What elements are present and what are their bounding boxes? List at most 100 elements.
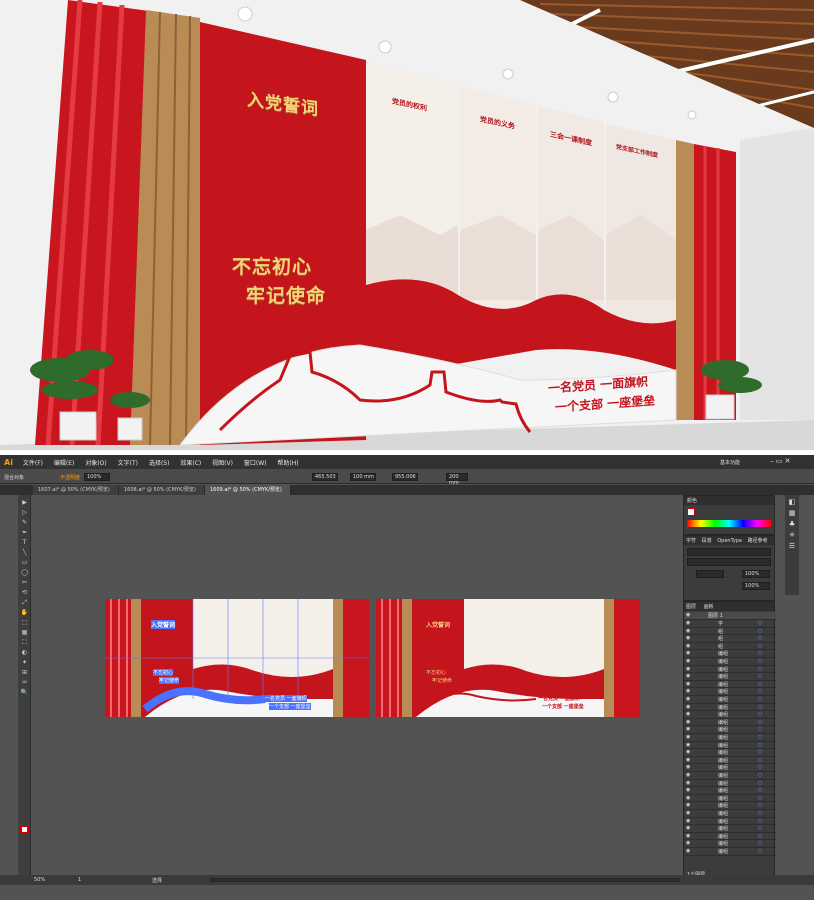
menu-type[interactable]: 文字(T) [118,458,138,467]
layer-row[interactable]: ◉ 组 ○ [684,643,776,651]
layer-row[interactable]: ◉ 编组 ○ [684,734,776,742]
page-field[interactable]: 1 [78,877,81,883]
tab-path-ref[interactable]: 路径参考 [748,538,768,544]
layer-row[interactable]: ◉ 编组 ○ [684,802,776,810]
color-spectrum[interactable] [687,520,771,527]
font-style-field[interactable] [687,558,771,566]
menu-view[interactable]: 视图(V) [212,458,233,467]
layer-row[interactable]: ◉ 编组 ○ [684,780,776,788]
target-icon[interactable]: ○ [758,696,762,702]
gradient-tool-icon[interactable]: ◐ [20,649,29,656]
target-icon[interactable]: ○ [758,802,762,808]
crop-tool-icon[interactable]: ⛶ [20,639,29,646]
menu-file[interactable]: 文件(F) [23,458,43,467]
target-icon[interactable]: ○ [758,719,762,725]
layer-row[interactable]: ◉ 编组 ○ [684,840,776,848]
eye-icon[interactable]: ◉ [686,780,690,786]
h-field[interactable]: 200 mm [446,473,468,486]
selection-tool-icon[interactable]: ▶ [20,499,29,506]
eye-icon[interactable]: ◉ [686,612,690,618]
layer-row[interactable]: ◉ 编组 ○ [684,726,776,734]
pen-tool-icon[interactable]: ✒ [20,529,29,536]
layer-row[interactable]: ◉ 编组 ○ [684,688,776,696]
artboard-tool-icon[interactable]: ⬚ [20,619,29,626]
horizontal-scrollbar[interactable] [210,878,680,882]
eye-icon[interactable]: ◉ [686,719,690,725]
eye-icon[interactable]: ◉ [686,643,690,649]
layer-row[interactable]: ◉ 字 ○ [684,620,776,628]
pencil-tool-icon[interactable]: ✎ [20,519,29,526]
tab-artboards[interactable]: 画板 [704,604,714,610]
menu-help[interactable]: 帮助(H) [277,458,298,467]
eye-icon[interactable]: ◉ [686,764,690,770]
target-icon[interactable]: ○ [758,825,762,831]
eye-icon[interactable]: ◉ [686,635,690,641]
eye-icon[interactable]: ◉ [686,628,690,634]
layer-row[interactable]: ◉ 编组 ○ [684,650,776,658]
tab-layers[interactable]: 图层 [686,604,696,610]
menu-effect[interactable]: 效果(C) [180,458,201,467]
window-controls[interactable]: – ▭ ✕ [770,457,790,465]
eye-icon[interactable]: ◉ [686,734,690,740]
hand-tool-icon[interactable]: ✋ [20,609,29,616]
font-family-field[interactable] [687,548,771,556]
eye-icon[interactable]: ◉ [686,772,690,778]
target-icon[interactable]: ○ [758,833,762,839]
color-panel-icon[interactable]: ◧ [785,498,799,506]
eye-icon[interactable]: ◉ [686,704,690,710]
tab-character[interactable]: 字符 [686,538,696,544]
target-icon[interactable]: ○ [758,787,762,793]
brush-icon[interactable]: ♣ [785,520,799,528]
target-icon[interactable]: ○ [758,742,762,748]
layer-row[interactable]: ◉ 编组 ○ [684,681,776,689]
layer-row[interactable]: ◉ 编组 ○ [684,696,776,704]
eye-icon[interactable]: ◉ [686,757,690,763]
target-icon[interactable]: ○ [758,726,762,732]
canvas[interactable]: 入党誓词 不忘初心 牢记使命 一名党员 一面旗帜 一个支部 一座堡垒 入党誓词 … [33,495,681,875]
layer-row[interactable]: ◉ 组 ○ [684,628,776,636]
layer-row-top[interactable]: ◉ 图层 1 [684,612,776,620]
tab-opentype[interactable]: OpenType [717,538,742,544]
eye-icon[interactable]: ◉ [686,787,690,793]
fill-swatch[interactable] [687,508,695,516]
target-icon[interactable]: ○ [758,772,762,778]
target-icon[interactable]: ○ [758,650,762,656]
target-icon[interactable]: ○ [758,780,762,786]
eye-icon[interactable]: ◉ [686,673,690,679]
target-icon[interactable]: ○ [758,840,762,846]
eye-icon[interactable]: ◉ [686,810,690,816]
menu-edit[interactable]: 编辑(E) [54,458,74,467]
x-field[interactable]: 465.503 [312,473,338,481]
eye-icon[interactable]: ◉ [686,840,690,846]
graph-tool-icon[interactable]: ▦ [20,629,29,636]
rotate-tool-icon[interactable]: ⟲ [20,589,29,596]
symbol-tool-icon[interactable]: ✦ [20,659,29,666]
target-icon[interactable]: ○ [758,848,762,854]
eye-icon[interactable]: ◉ [686,681,690,687]
target-icon[interactable]: ○ [758,673,762,679]
eye-icon[interactable]: ◉ [686,742,690,748]
ellipse-tool-icon[interactable]: ◯ [20,569,29,576]
type-tool-icon[interactable]: T [20,539,29,546]
blend-tool-icon[interactable]: ♒ [20,679,29,686]
eye-icon[interactable]: ◉ [686,658,690,664]
target-icon[interactable]: ○ [758,818,762,824]
tab-1608[interactable]: 1608.ai* @ 50% (CMYK/预览) [119,485,205,495]
zoom-field[interactable]: 50% [34,877,45,883]
layer-row[interactable]: ◉ 编组 ○ [684,764,776,772]
layer-row[interactable]: ◉ 编组 ○ [684,742,776,750]
scale-field[interactable]: 100% [742,582,770,590]
eye-icon[interactable]: ◉ [686,818,690,824]
layer-row[interactable]: ◉ 编组 ○ [684,833,776,841]
scissors-tool-icon[interactable]: ✂ [20,579,29,586]
eye-icon[interactable]: ◉ [686,696,690,702]
layer-row[interactable]: ◉ 编组 ○ [684,810,776,818]
stroke-icon[interactable]: ☰ [785,542,799,550]
opacity-field[interactable]: 100% [84,473,110,481]
layer-row[interactable]: ◉ 编组 ○ [684,704,776,712]
eye-icon[interactable]: ◉ [686,802,690,808]
eye-icon[interactable]: ◉ [686,825,690,831]
w-field[interactable]: 100 mm [350,473,376,481]
layer-row[interactable]: ◉ 编组 ○ [684,711,776,719]
menu-select[interactable]: 选择(S) [149,458,170,467]
